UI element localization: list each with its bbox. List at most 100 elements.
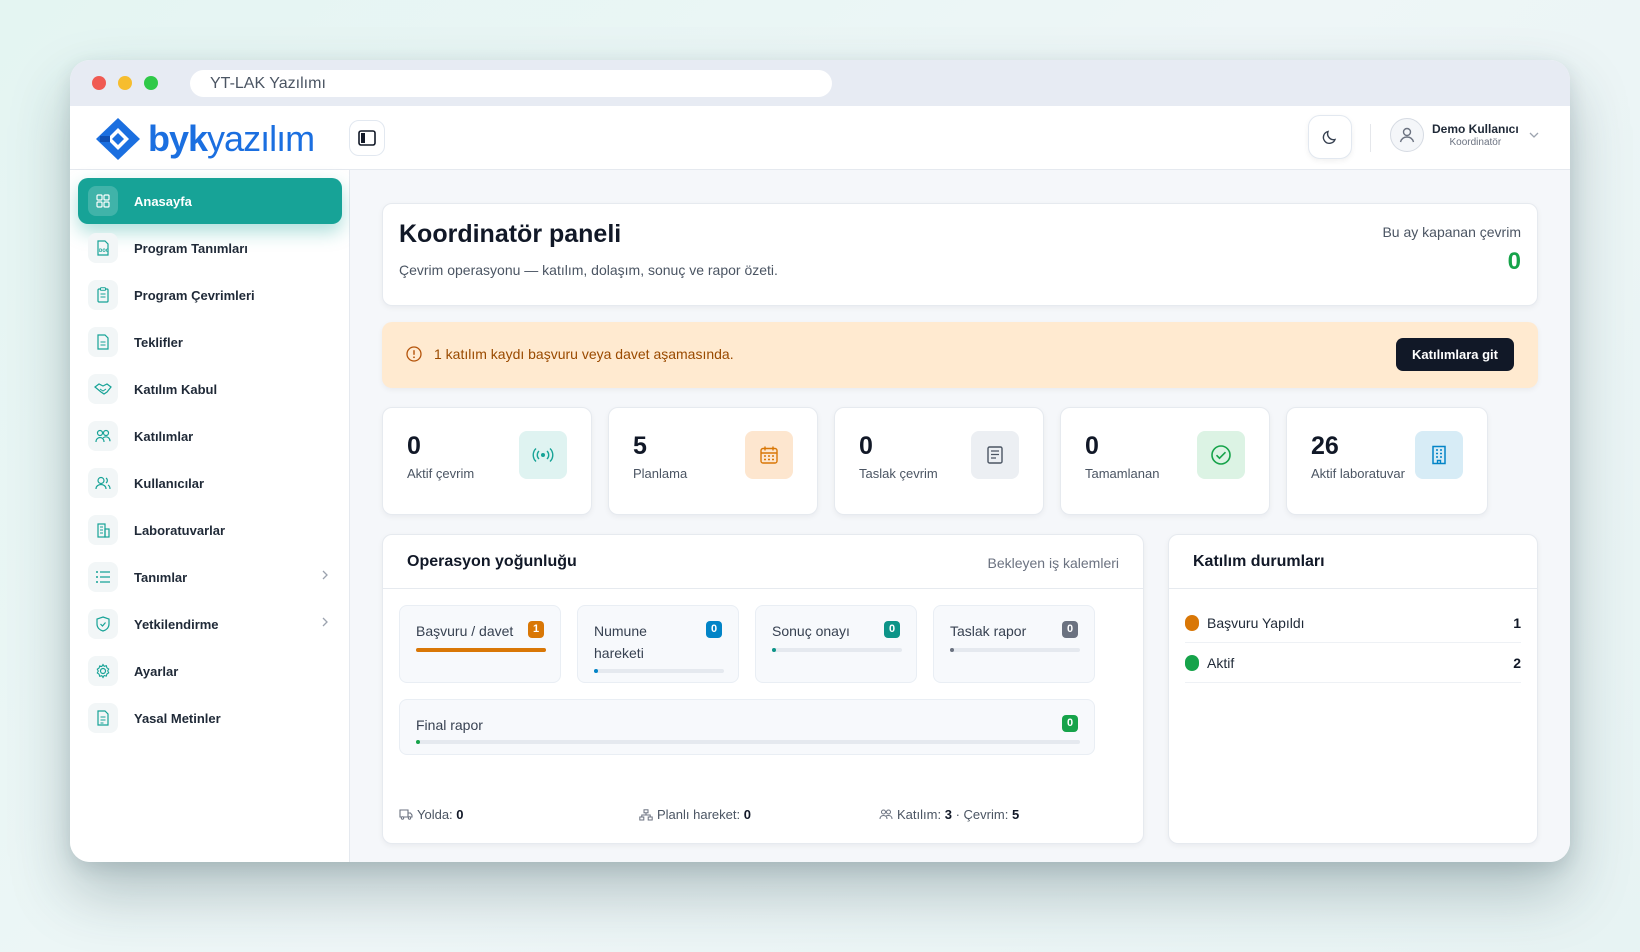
sidebar-panel-icon xyxy=(358,130,376,146)
sidebar: Anasayfa DOC Program Tanımları Program Ç… xyxy=(70,170,350,862)
page-subtitle: Çevrim operasyonu — katılım, dolaşım, so… xyxy=(399,262,778,278)
maximize-window-button[interactable] xyxy=(144,76,158,90)
sidebar-item-tanimlar[interactable]: Tanımlar xyxy=(78,554,342,600)
sidebar-item-kullanicilar[interactable]: Kullanıcılar xyxy=(78,460,342,506)
tile-count-badge: 0 xyxy=(884,621,900,638)
closed-cycles-label: Bu ay kapanan çevrim xyxy=(1382,224,1521,240)
sidebar-item-label: Yasal Metinler xyxy=(134,710,221,726)
page-title: Koordinatör paneli xyxy=(399,220,622,248)
tile-count-badge: 0 xyxy=(1062,621,1078,638)
stat-label: Planlama xyxy=(633,466,688,481)
sidebar-item-label: Katılımlar xyxy=(134,428,194,444)
sidebar-item-label: Program Çevrimleri xyxy=(134,287,255,303)
sidebar-item-label: Katılım Kabul xyxy=(134,381,218,397)
sidebar-item-label: Tanımlar xyxy=(134,569,188,585)
sidebar-item-laboratuvarlar[interactable]: Laboratuvarlar xyxy=(78,507,342,553)
stat-label: Tamamlanan xyxy=(1085,466,1160,481)
tile-label: Final rapor xyxy=(416,717,483,733)
user-icon xyxy=(1399,127,1415,143)
go-to-participations-button[interactable]: Katılımlara git xyxy=(1396,338,1514,371)
list-icon xyxy=(88,562,118,592)
sidebar-item-yetkilendirme[interactable]: Yetkilendirme xyxy=(78,601,342,647)
grid-icon xyxy=(88,186,118,216)
calendar-icon xyxy=(745,431,793,479)
logo[interactable]: bykyazılım xyxy=(94,116,315,162)
tile-taslak-rapor[interactable]: Taslak rapor 0 xyxy=(933,605,1095,683)
tile-progress-track xyxy=(950,648,1080,652)
pending-participation-alert: 1 katılım kaydı başvuru veya davet aşama… xyxy=(382,322,1538,388)
stat-value: 5 xyxy=(633,432,647,460)
tile-numune-hareketi[interactable]: Numune hareketi 0 xyxy=(577,605,739,683)
minimize-window-button[interactable] xyxy=(118,76,132,90)
stat-label: Aktif laboratuvar xyxy=(1311,466,1405,481)
chevron-right-icon xyxy=(322,570,328,580)
tile-basvuru-davet[interactable]: Başvuru / davet 1 xyxy=(399,605,561,683)
user-menu[interactable]: Demo Kullanıcı Koordinatör xyxy=(1390,118,1539,152)
stat-card-planlama[interactable]: 5 Planlama xyxy=(608,407,818,515)
sidebar-item-yasal-metinler[interactable]: Yasal Metinler xyxy=(78,695,342,741)
sidebar-item-ayarlar[interactable]: Ayarlar xyxy=(78,648,342,694)
tile-count-badge: 1 xyxy=(528,621,544,638)
close-window-button[interactable] xyxy=(92,76,106,90)
status-dot xyxy=(1185,614,1199,631)
stat-card-aktif-laboratuvar[interactable]: 26 Aktif laboratuvar xyxy=(1286,407,1488,515)
stat-value: 0 xyxy=(407,432,421,460)
doc-file-icon: DOC xyxy=(88,233,118,263)
in-transit-summary: Yolda: 0 xyxy=(399,807,464,822)
shield-check-icon xyxy=(88,609,118,639)
status-dot xyxy=(1185,654,1199,671)
sidebar-item-program-cevrimleri[interactable]: Program Çevrimleri xyxy=(78,272,342,318)
address-bar[interactable]: YT-LAK Yazılımı xyxy=(190,70,832,97)
avatar xyxy=(1390,118,1424,152)
closed-cycles-value: 0 xyxy=(1507,248,1521,275)
theme-toggle-button[interactable] xyxy=(1308,115,1352,159)
stat-label: Aktif çevrim xyxy=(407,466,475,481)
status-row-aktif[interactable]: Aktif 2 xyxy=(1185,643,1521,683)
tile-label: Sonuç onayı xyxy=(772,623,850,639)
users-icon xyxy=(879,809,893,820)
pending-items-label: Bekleyen iş kalemleri xyxy=(987,555,1120,571)
document-icon xyxy=(88,703,118,733)
svg-text:DOC: DOC xyxy=(99,248,109,253)
sidebar-item-label: Kullanıcılar xyxy=(134,475,205,491)
stat-card-tamamlanan[interactable]: 0 Tamamlanan xyxy=(1060,407,1270,515)
participation-status-card: Katılım durumları Başvuru Yapıldı 1 Akti… xyxy=(1168,534,1538,844)
building-icon xyxy=(88,515,118,545)
alert-text: 1 katılım kaydı başvuru veya davet aşama… xyxy=(434,346,734,362)
moon-icon xyxy=(1322,130,1337,145)
tile-final-rapor[interactable]: Final rapor 0 xyxy=(399,699,1095,755)
alert-circle-icon xyxy=(406,346,422,362)
sidebar-item-label: Yetkilendirme xyxy=(134,616,219,632)
sidebar-item-teklifler[interactable]: Teklifler xyxy=(78,319,342,365)
tile-progress-track xyxy=(594,669,724,673)
tile-label: Taslak rapor xyxy=(950,623,1027,639)
file-text-icon xyxy=(88,327,118,357)
tile-label: Başvuru / davet xyxy=(416,623,514,639)
user-group-icon xyxy=(88,468,118,498)
sidebar-item-katilimlar[interactable]: Katılımlar xyxy=(78,413,342,459)
network-icon xyxy=(639,808,653,820)
sidebar-item-label: Teklifler xyxy=(134,334,183,350)
status-row-basvuru-yapildi[interactable]: Başvuru Yapıldı 1 xyxy=(1185,603,1521,643)
tile-progress-track xyxy=(772,648,902,652)
stat-card-taslak-cevrim[interactable]: 0 Taslak çevrim xyxy=(834,407,1044,515)
tile-sonuc-onayi[interactable]: Sonuç onayı 0 xyxy=(755,605,917,683)
sidebar-item-katilim-kabul[interactable]: Katılım Kabul xyxy=(78,366,342,412)
stat-value: 0 xyxy=(1085,432,1099,460)
stat-card-aktif-cevrim[interactable]: 0 Aktif çevrim xyxy=(382,407,592,515)
stat-label: Taslak çevrim xyxy=(859,466,938,481)
sidebar-toggle-button[interactable] xyxy=(349,120,385,156)
tile-count-badge: 0 xyxy=(706,621,722,638)
tile-progress-fill xyxy=(772,648,776,652)
main-content: Koordinatör paneli Çevrim operasyonu — k… xyxy=(350,170,1570,862)
app-window: YT-LAK Yazılımı bykyazılım Demo Kullanıc… xyxy=(70,60,1570,862)
sidebar-item-anasayfa[interactable]: Anasayfa xyxy=(78,178,342,224)
sidebar-item-label: Laboratuvarlar xyxy=(134,522,226,538)
operations-card: Operasyon yoğunluğu Bekleyen iş kalemler… xyxy=(382,534,1144,844)
sidebar-item-label: Program Tanımları xyxy=(134,240,248,256)
sidebar-item-program-tanimlari[interactable]: DOC Program Tanımları xyxy=(78,225,342,271)
participation-cycle-summary: Katılım: 3 · Çevrim: 5 xyxy=(879,807,1019,822)
sidebar-item-label: Anasayfa xyxy=(134,193,192,209)
app-header: bykyazılım Demo Kullanıcı Koordinatör xyxy=(70,106,1570,170)
stat-value: 0 xyxy=(859,432,873,460)
